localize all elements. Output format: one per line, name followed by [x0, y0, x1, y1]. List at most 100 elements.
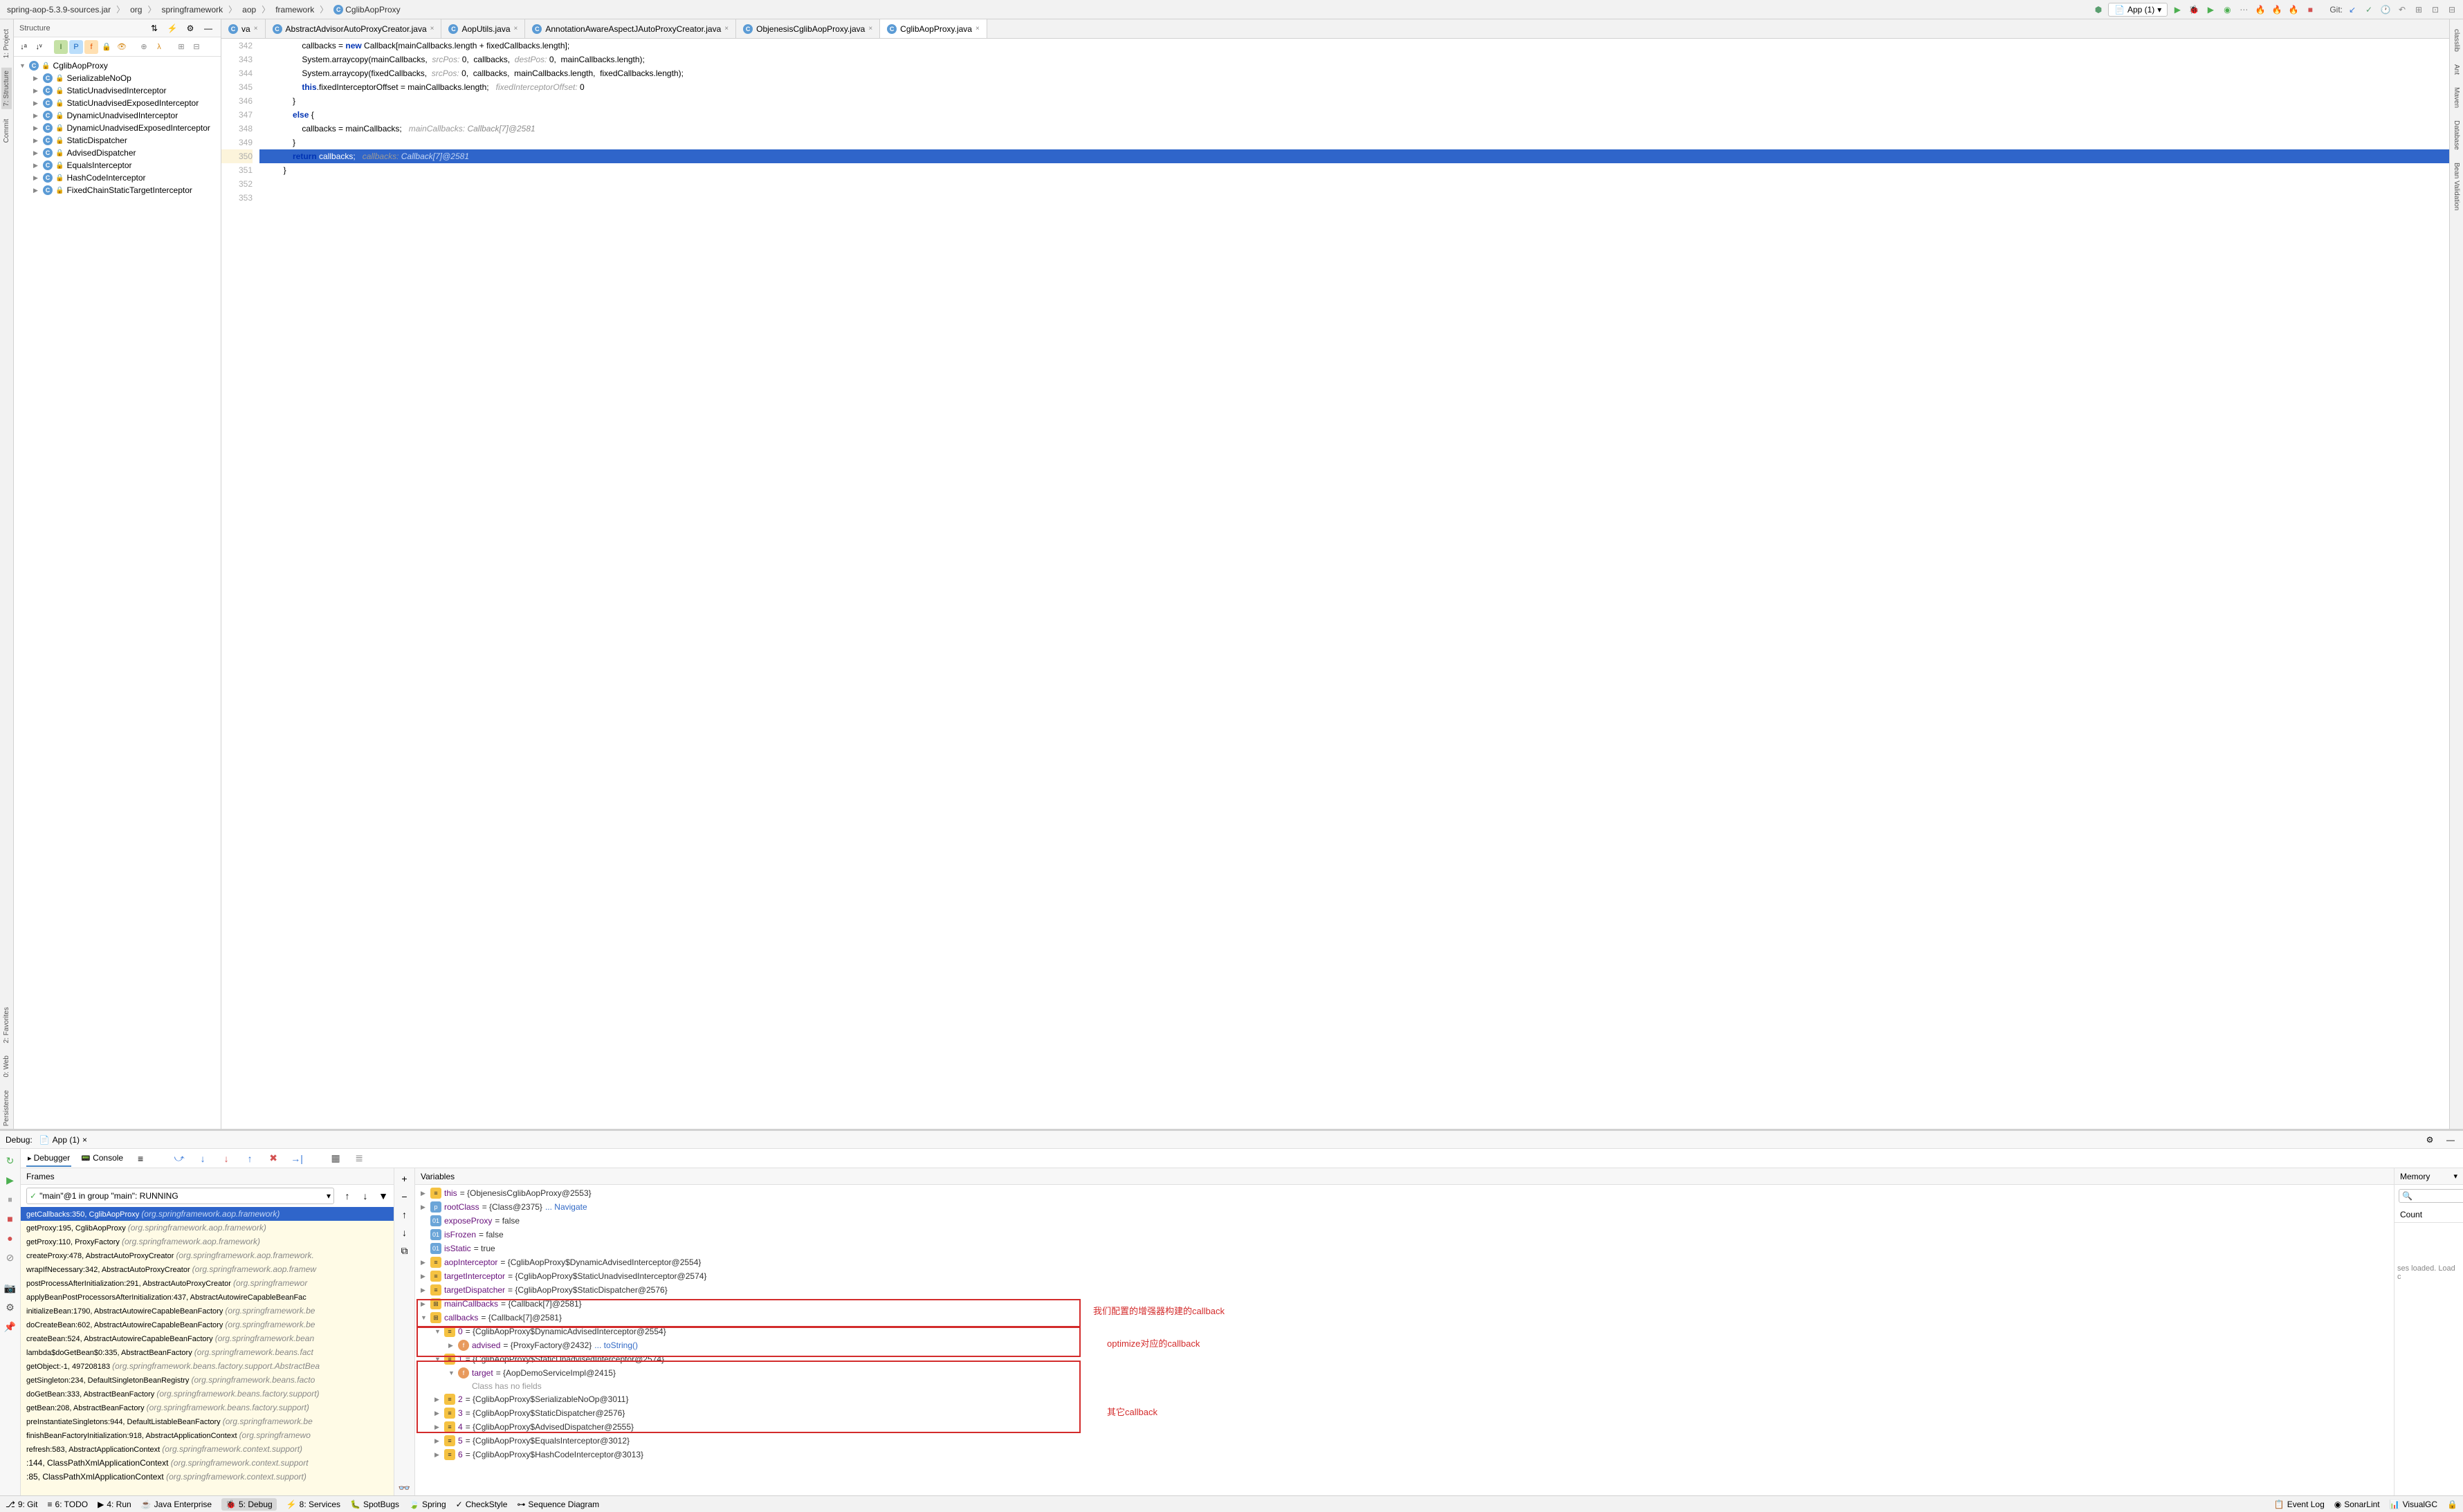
- show-lambda-icon[interactable]: λ: [152, 40, 166, 54]
- next-frame-icon[interactable]: ↓: [358, 1188, 373, 1204]
- mute-bp-icon[interactable]: ⊘: [3, 1250, 18, 1265]
- run-icon[interactable]: ▶: [2170, 3, 2184, 17]
- var-row[interactable]: ▼f target = {AopDemoServiceImpl@2415}: [415, 1366, 2394, 1380]
- tree-root[interactable]: ▼ C 🔒 CglibAopProxy: [14, 59, 221, 72]
- settings-icon[interactable]: ⊟: [2445, 3, 2459, 17]
- var-row[interactable]: ▶≡ 5 = {CglibAopProxy$EqualsInterceptor@…: [415, 1434, 2394, 1448]
- code-editor[interactable]: 342343344345346347348349350351352353 cal…: [221, 39, 2449, 1129]
- rerun-icon[interactable]: ↻: [3, 1153, 18, 1168]
- sort-alpha-icon[interactable]: ↓ᵃ: [17, 40, 30, 54]
- sb-todo[interactable]: ≡ 6: TODO: [48, 1500, 89, 1509]
- expand-all-icon[interactable]: ⊞: [174, 40, 188, 54]
- stripe-ant[interactable]: Ant: [2451, 62, 2462, 77]
- frame-row[interactable]: getSingleton:234, DefaultSingletonBeanRe…: [21, 1373, 394, 1387]
- stripe-beanval[interactable]: Bean Validation: [2451, 160, 2462, 213]
- frame-row[interactable]: preInstantiateSingletons:944, DefaultLis…: [21, 1414, 394, 1428]
- frame-row[interactable]: finishBeanFactoryInitialization:918, Abs…: [21, 1428, 394, 1442]
- sb-lock-icon[interactable]: 🔒: [2447, 1500, 2457, 1509]
- trace-icon[interactable]: ≣: [351, 1151, 367, 1166]
- frame-row[interactable]: doGetBean:333, AbstractBeanFactory (org.…: [21, 1387, 394, 1401]
- frame-row[interactable]: getCallbacks:350, CglibAopProxy (org.spr…: [21, 1207, 394, 1221]
- frame-row[interactable]: postProcessAfterInitialization:291, Abst…: [21, 1276, 394, 1290]
- var-row[interactable]: ▶⊞ mainCallbacks = {Callback[7]@2581}: [415, 1297, 2394, 1311]
- uml-icon[interactable]: ⊞: [2412, 3, 2426, 17]
- frame-row[interactable]: wrapIfNecessary:342, AbstractAutoProxyCr…: [21, 1262, 394, 1276]
- bc-org[interactable]: org: [127, 3, 145, 16]
- coverage-icon[interactable]: ▶: [2204, 3, 2217, 17]
- async-profiler-icon[interactable]: 🔥: [2253, 3, 2267, 17]
- editor-tab[interactable]: CCglibAopProxy.java×: [880, 19, 987, 38]
- debug-session[interactable]: 📄 App (1) ×: [39, 1135, 87, 1145]
- sb-sonarlint[interactable]: ◉ SonarLint: [2334, 1500, 2380, 1509]
- editor-tab[interactable]: CAbstractAdvisorAutoProxyCreator.java×: [266, 19, 442, 38]
- gear-icon[interactable]: ⚙: [183, 21, 197, 35]
- search-icon[interactable]: ⊡: [2428, 3, 2442, 17]
- step-out-icon[interactable]: ↑: [242, 1151, 257, 1166]
- stripe-structure[interactable]: 7: Structure: [1, 68, 12, 109]
- jfr-icon[interactable]: 🔥: [2287, 3, 2300, 17]
- tree-item[interactable]: ▶C🔒AdvisedDispatcher: [14, 147, 221, 159]
- step-over-icon[interactable]: ⤻: [172, 1151, 187, 1166]
- tree-item[interactable]: ▶C🔒FixedChainStaticTargetInterceptor: [14, 184, 221, 196]
- var-row[interactable]: ▶≡ 6 = {CglibAopProxy$HashCodeIntercepto…: [415, 1448, 2394, 1462]
- tree-item[interactable]: ▶C🔒EqualsInterceptor: [14, 159, 221, 172]
- prev-frame-icon[interactable]: ↑: [340, 1188, 355, 1204]
- settings2-icon[interactable]: ⚙: [3, 1300, 18, 1315]
- var-row[interactable]: ▶≡ targetInterceptor = {CglibAopProxy$St…: [415, 1269, 2394, 1283]
- var-row[interactable]: ▼≡ 1 = {CglibAopProxy$StaticUnadvisedInt…: [415, 1352, 2394, 1366]
- breakpoints-icon[interactable]: ●: [3, 1230, 18, 1246]
- stripe-project[interactable]: 1: Project: [1, 26, 12, 61]
- var-row[interactable]: ▶≡ 3 = {CglibAopProxy$StaticDispatcher@2…: [415, 1406, 2394, 1420]
- frame-row[interactable]: lambda$doGetBean$0:335, AbstractBeanFact…: [21, 1345, 394, 1359]
- frame-row[interactable]: getObject:-1, 497208183 (org.springframe…: [21, 1359, 394, 1373]
- tree-item[interactable]: ▶C🔒DynamicUnadvisedExposedInterceptor: [14, 122, 221, 134]
- sb-spring[interactable]: 🍃 Spring: [409, 1500, 446, 1509]
- sb-checkstyle[interactable]: ✓ CheckStyle: [456, 1500, 508, 1509]
- stripe-maven[interactable]: Maven: [2451, 84, 2462, 111]
- git-rollback-icon[interactable]: ↶: [2395, 3, 2409, 17]
- var-row[interactable]: ▶p rootClass = {Class@2375} ... Navigate: [415, 1200, 2394, 1214]
- close-icon[interactable]: ×: [724, 25, 729, 33]
- var-row[interactable]: ▶≡ 4 = {CglibAopProxy$AdvisedDispatcher@…: [415, 1420, 2394, 1434]
- sb-debug[interactable]: 🐞 5: Debug: [221, 1498, 277, 1511]
- sb-seqdiag[interactable]: ⊶ Sequence Diagram: [517, 1500, 599, 1509]
- threads-icon[interactable]: ≡: [133, 1151, 148, 1166]
- sb-services[interactable]: ⚡ 8: Services: [286, 1500, 340, 1509]
- bc-fw[interactable]: framework: [273, 3, 317, 16]
- force-step-into-icon[interactable]: ↓: [219, 1151, 234, 1166]
- frame-row[interactable]: createProxy:478, AbstractAutoProxyCreato…: [21, 1248, 394, 1262]
- frame-row[interactable]: createBean:524, AbstractAutowireCapableB…: [21, 1331, 394, 1345]
- sort-vis-icon[interactable]: ↓ᵛ: [32, 40, 46, 54]
- stripe-web[interactable]: 0: Web: [1, 1053, 12, 1080]
- var-row[interactable]: 01 isFrozen = false: [415, 1228, 2394, 1242]
- show-lock-icon[interactable]: 🔒: [100, 40, 113, 54]
- bc-jar[interactable]: spring-aop-5.3.9-sources.jar: [4, 3, 113, 16]
- git-update-icon[interactable]: ↙: [2345, 3, 2359, 17]
- frame-row[interactable]: :85, ClassPathXmlApplicationContext (org…: [21, 1470, 394, 1484]
- run-to-cursor-icon[interactable]: →|: [289, 1151, 304, 1166]
- tab-debugger[interactable]: ▸ Debugger: [26, 1150, 71, 1167]
- editor-tab[interactable]: CAopUtils.java×: [441, 19, 525, 38]
- tree-item[interactable]: ▶C🔒StaticUnadvisedExposedInterceptor: [14, 97, 221, 109]
- step-into-icon[interactable]: ↓: [195, 1151, 210, 1166]
- tree-item[interactable]: ▶C🔒HashCodeInterceptor: [14, 172, 221, 184]
- stripe-persistence[interactable]: Persistence: [1, 1087, 12, 1129]
- hide-icon[interactable]: —: [201, 21, 215, 35]
- memory-search[interactable]: [2399, 1189, 2463, 1203]
- tree-item[interactable]: ▶C🔒SerializableNoOp: [14, 72, 221, 84]
- show-properties-icon[interactable]: P: [69, 40, 83, 54]
- close-icon[interactable]: ×: [254, 25, 258, 33]
- camera-icon[interactable]: 📷: [3, 1280, 18, 1296]
- watch-down-icon[interactable]: ↓: [397, 1225, 412, 1240]
- frame-row[interactable]: doCreateBean:602, AbstractAutowireCapabl…: [21, 1318, 394, 1331]
- frame-row[interactable]: applyBeanPostProcessorsAfterInitializati…: [21, 1290, 394, 1304]
- sb-run[interactable]: ▶ 4: Run: [98, 1500, 131, 1509]
- editor-tab[interactable]: CAnnotationAwareAspectJAutoProxyCreator.…: [525, 19, 736, 38]
- sb-spotbugs[interactable]: 🐛 SpotBugs: [350, 1500, 399, 1509]
- stripe-favorites[interactable]: 2: Favorites: [1, 1004, 12, 1046]
- editor-tab[interactable]: Cva×: [221, 19, 266, 38]
- bc-sf[interactable]: springframework: [158, 3, 226, 16]
- thread-selector[interactable]: ✓ "main"@1 in group "main": RUNNING ▾: [26, 1188, 334, 1204]
- pin-icon[interactable]: 📌: [3, 1319, 18, 1334]
- frame-row[interactable]: :144, ClassPathXmlApplicationContext (or…: [21, 1456, 394, 1470]
